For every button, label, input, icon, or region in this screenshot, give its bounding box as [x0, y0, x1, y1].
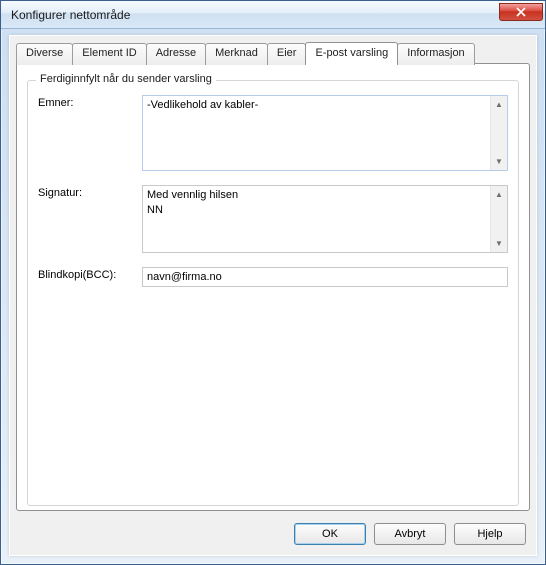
scroll-up-icon[interactable]: ▲	[491, 186, 507, 203]
subjects-scrollbar[interactable]: ▲ ▼	[490, 96, 507, 170]
close-icon	[516, 7, 526, 17]
signature-textarea[interactable]	[143, 186, 490, 252]
signature-field-wrap: ▲ ▼	[142, 185, 508, 253]
window-title: Konfigurer nettområde	[11, 8, 499, 22]
tab-panel: Ferdiginnfylt når du sender varsling Emn…	[16, 63, 530, 511]
row-bcc: Blindkopi(BCC):	[38, 267, 508, 287]
close-button[interactable]	[499, 3, 543, 21]
bcc-input[interactable]	[143, 268, 507, 286]
signature-scrollbar[interactable]: ▲ ▼	[490, 186, 507, 252]
prefill-group: Ferdiginnfylt når du sender varsling Emn…	[27, 80, 519, 506]
client-area: Diverse Element ID Adresse Merknad Eier …	[9, 35, 537, 556]
tab-eier[interactable]: Eier	[267, 43, 307, 65]
cancel-button[interactable]: Avbryt	[374, 523, 446, 545]
group-legend: Ferdiginnfylt når du sender varsling	[36, 73, 216, 85]
tab-epost-varsling[interactable]: E-post varsling	[305, 42, 398, 64]
button-bar: OK Avbryt Hjelp	[294, 523, 526, 545]
tab-element-id[interactable]: Element ID	[72, 43, 146, 65]
row-signature: Signatur: ▲ ▼	[38, 185, 508, 253]
tab-informasjon[interactable]: Informasjon	[397, 43, 474, 65]
titlebar[interactable]: Konfigurer nettområde	[1, 1, 545, 29]
label-bcc: Blindkopi(BCC):	[38, 267, 142, 281]
subjects-field-wrap: ▲ ▼	[142, 95, 508, 171]
tab-adresse[interactable]: Adresse	[146, 43, 206, 65]
ok-button[interactable]: OK	[294, 523, 366, 545]
tab-merknad[interactable]: Merknad	[205, 43, 268, 65]
bcc-field-wrap	[142, 267, 508, 287]
scroll-down-icon[interactable]: ▼	[491, 153, 507, 170]
help-button[interactable]: Hjelp	[454, 523, 526, 545]
label-signature: Signatur:	[38, 185, 142, 199]
tab-diverse[interactable]: Diverse	[16, 43, 73, 65]
label-subjects: Emner:	[38, 95, 142, 109]
dialog-window: Konfigurer nettområde Diverse Element ID…	[0, 0, 546, 565]
row-subjects: Emner: ▲ ▼	[38, 95, 508, 171]
scroll-down-icon[interactable]: ▼	[491, 235, 507, 252]
subjects-textarea[interactable]	[143, 96, 490, 170]
scroll-up-icon[interactable]: ▲	[491, 96, 507, 113]
tab-strip: Diverse Element ID Adresse Merknad Eier …	[10, 36, 536, 64]
